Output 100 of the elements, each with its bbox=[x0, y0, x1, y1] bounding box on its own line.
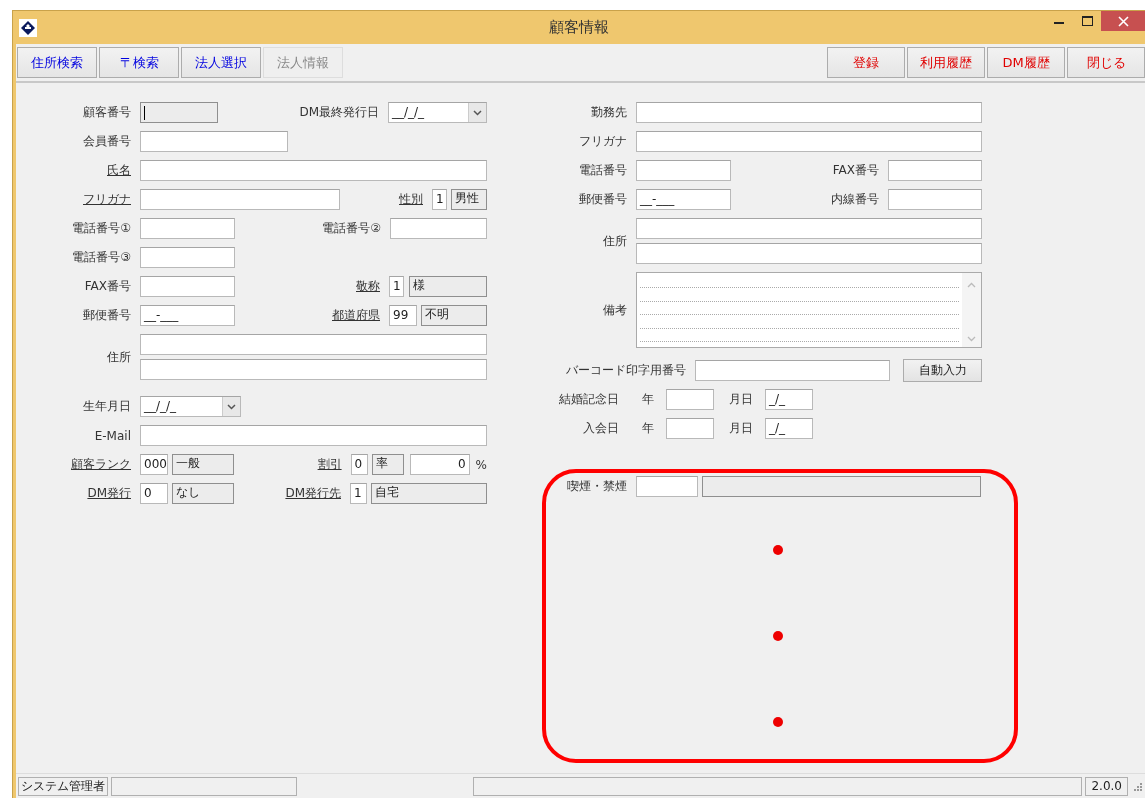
chevron-down-icon[interactable] bbox=[967, 336, 976, 342]
toolbar-button[interactable]: 登録 bbox=[827, 47, 905, 78]
lookup-link[interactable]: DM発行先 bbox=[285, 485, 341, 502]
lookup-link[interactable]: DM発行 bbox=[16, 485, 131, 502]
year-label: 年 bbox=[642, 420, 654, 437]
field-label: 住所 bbox=[602, 232, 627, 250]
text-field[interactable]: __-___ bbox=[636, 189, 731, 210]
text-field[interactable] bbox=[666, 418, 714, 439]
text-field[interactable]: __-___ bbox=[140, 305, 235, 326]
field-label: 郵便番号 bbox=[578, 191, 627, 208]
text-field[interactable] bbox=[140, 218, 235, 239]
code-field[interactable]: 1 bbox=[350, 483, 367, 504]
code-field[interactable] bbox=[636, 476, 698, 497]
text-field[interactable] bbox=[140, 334, 487, 355]
name-field: 様 bbox=[409, 276, 487, 297]
field-label: DM最終発行日 bbox=[299, 104, 379, 121]
text-field[interactable] bbox=[636, 218, 982, 239]
field-label: 入会日 bbox=[582, 420, 619, 437]
month-day-label: 月日 bbox=[729, 420, 753, 437]
text-field[interactable]: _/_ bbox=[765, 389, 813, 410]
toolbar-button[interactable]: 閉じる bbox=[1067, 47, 1145, 78]
date-dropdown[interactable]: __/_/_ bbox=[388, 102, 487, 123]
app-logo-icon bbox=[19, 18, 37, 37]
text-field[interactable] bbox=[695, 360, 890, 381]
year-label: 年 bbox=[642, 391, 654, 408]
field-label: バーコード印字用番号 bbox=[565, 362, 686, 379]
date-dropdown[interactable]: __/_/_ bbox=[140, 396, 241, 417]
field-label: 備考 bbox=[602, 301, 627, 319]
text-field[interactable] bbox=[140, 160, 487, 181]
amount-field[interactable]: 0 bbox=[409, 454, 470, 475]
field-label: 内線番号 bbox=[831, 191, 879, 208]
chevron-down-icon[interactable] bbox=[222, 397, 240, 416]
code-field[interactable]: 000 bbox=[140, 454, 168, 475]
field-label: E-Mail bbox=[93, 428, 131, 443]
field-label: 喫煙・禁煙 bbox=[566, 478, 627, 495]
lookup-link[interactable]: 性別 bbox=[399, 191, 423, 208]
field-label: FAX番号 bbox=[83, 278, 131, 295]
field-label: FAX番号 bbox=[832, 162, 879, 179]
window-title: 顧客情報 bbox=[548, 18, 610, 37]
version-text: 2.0.0 bbox=[1085, 776, 1128, 796]
lookup-link[interactable]: 敬称 bbox=[356, 278, 380, 295]
lookup-link[interactable]: 顧客ランク bbox=[16, 456, 131, 473]
code-field[interactable]: 1 bbox=[389, 276, 404, 297]
lookup-link[interactable]: フリガナ bbox=[16, 191, 131, 208]
text-field[interactable] bbox=[140, 425, 487, 446]
field-label: 電話番号③ bbox=[71, 249, 131, 266]
text-field[interactable] bbox=[636, 131, 982, 152]
text-field[interactable] bbox=[140, 247, 235, 268]
text-field[interactable] bbox=[140, 189, 340, 210]
field-label: 電話番号 bbox=[578, 162, 627, 179]
lookup-link[interactable]: 割引 bbox=[317, 456, 342, 473]
field-label: 生年月日 bbox=[82, 398, 131, 415]
text-field[interactable] bbox=[636, 160, 731, 181]
code-field[interactable]: 99 bbox=[389, 305, 417, 326]
name-field: 不明 bbox=[421, 305, 487, 326]
code-field[interactable]: 1 bbox=[432, 189, 447, 210]
resize-grip-icon[interactable] bbox=[1131, 781, 1143, 791]
text-field[interactable] bbox=[140, 131, 288, 152]
text-field[interactable] bbox=[140, 102, 218, 123]
name-field: なし bbox=[172, 483, 234, 504]
toolbar-button[interactable]: 利用履歴 bbox=[907, 47, 985, 78]
text-field[interactable] bbox=[888, 160, 982, 181]
unit-label: % bbox=[475, 457, 487, 472]
name-field: 一般 bbox=[172, 454, 234, 475]
text-field[interactable]: _/_ bbox=[765, 418, 813, 439]
close-icon[interactable] bbox=[1101, 11, 1145, 31]
text-field[interactable] bbox=[140, 359, 487, 380]
lookup-link[interactable]: 都道府県 bbox=[332, 307, 380, 324]
chevron-up-icon[interactable] bbox=[967, 282, 976, 288]
field-label: 住所 bbox=[106, 348, 131, 366]
toolbar-button[interactable]: DM履歴 bbox=[987, 47, 1065, 78]
name-field: 率 bbox=[371, 454, 404, 475]
field-label: 顧客番号 bbox=[82, 104, 131, 121]
field-label: 勤務先 bbox=[590, 104, 627, 121]
code-field[interactable]: 0 bbox=[140, 483, 168, 504]
name-field: 男性 bbox=[451, 189, 487, 210]
lookup-link[interactable]: 氏名 bbox=[16, 162, 131, 179]
text-field[interactable] bbox=[666, 389, 714, 410]
user-name: システム管理者 bbox=[18, 776, 108, 796]
toolbar-button[interactable]: 住所検索 bbox=[17, 47, 97, 78]
month-day-label: 月日 bbox=[729, 391, 753, 408]
field-label: フリガナ bbox=[578, 133, 627, 150]
text-field[interactable] bbox=[888, 189, 982, 210]
text-field[interactable] bbox=[636, 102, 982, 123]
remarks-textarea[interactable] bbox=[636, 272, 982, 348]
text-field[interactable] bbox=[140, 276, 235, 297]
toolbar-button[interactable]: 法人選択 bbox=[181, 47, 261, 78]
field-label: 郵便番号 bbox=[82, 307, 131, 324]
text-field[interactable] bbox=[636, 243, 982, 264]
scrollbar[interactable] bbox=[962, 273, 981, 347]
name-field: 自宅 bbox=[371, 483, 487, 504]
text-field[interactable] bbox=[390, 218, 487, 239]
auto-fill-button[interactable]: 自動入力 bbox=[903, 359, 982, 382]
field-label: 結婚記念日 bbox=[558, 391, 619, 408]
toolbar-button[interactable]: 〒検索 bbox=[99, 47, 179, 78]
chevron-down-icon[interactable] bbox=[468, 103, 486, 122]
field-label: 会員番号 bbox=[82, 133, 131, 150]
field-label: 電話番号② bbox=[322, 220, 381, 237]
field-label: 電話番号① bbox=[71, 220, 131, 237]
code-field[interactable]: 0 bbox=[350, 454, 368, 475]
